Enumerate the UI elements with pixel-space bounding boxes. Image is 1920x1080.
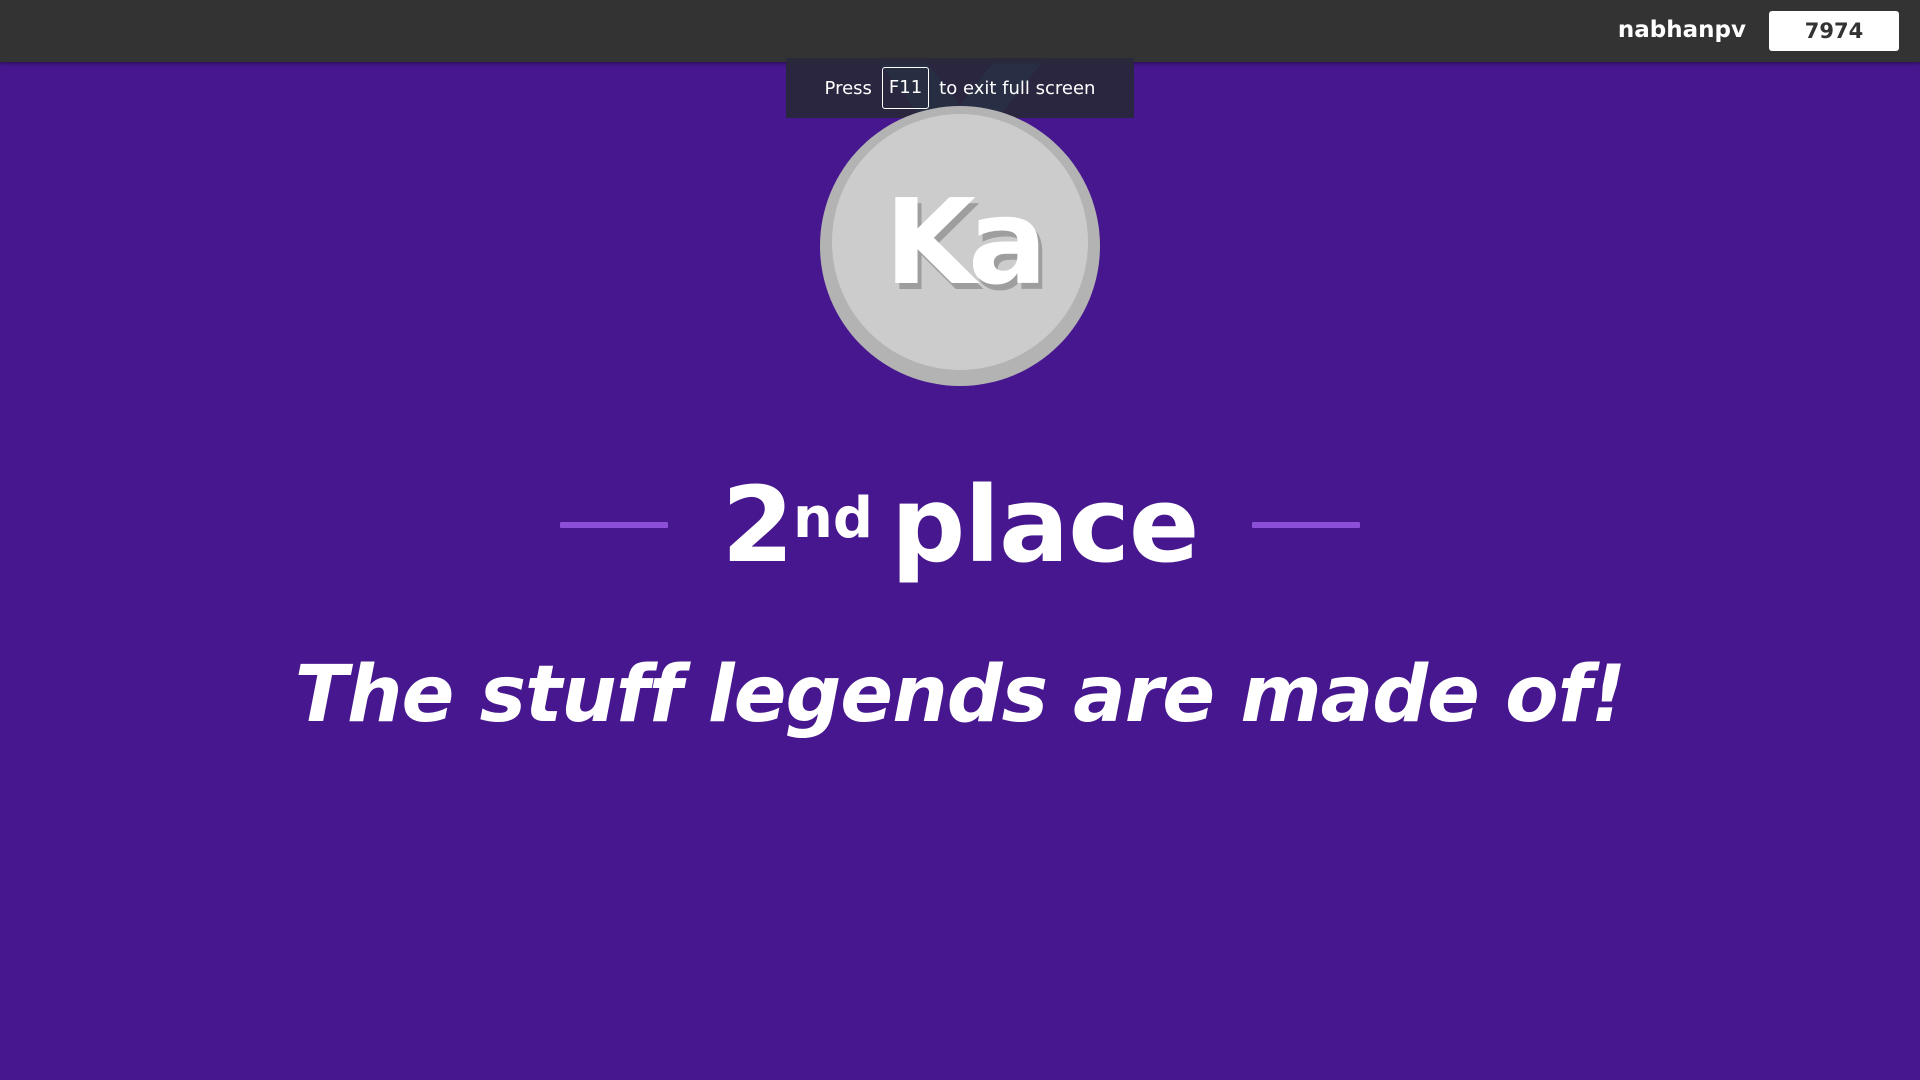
player-name: nabhanpv (1617, 17, 1746, 43)
rank-number: 2 (721, 464, 794, 586)
top-bar: nabhanpv 7974 (0, 0, 1920, 62)
f11-key-hint: F11 (881, 67, 930, 109)
logo-text: Ka (884, 173, 1039, 311)
score-badge: 7974 (1769, 11, 1899, 51)
fullscreen-notice-suffix: to exit full screen (939, 77, 1096, 99)
rank-word: place (890, 464, 1199, 586)
placement-heading: 2nd place (721, 460, 1200, 590)
silver-medal-icon: Ka Ka (820, 106, 1100, 386)
placement-row: 2nd place (0, 460, 1920, 590)
divider-right (1252, 522, 1361, 528)
fullscreen-notice-prefix: Press (824, 77, 872, 99)
result-tagline: The stuff legends are made of! (294, 650, 1626, 740)
rank-suffix: nd (792, 486, 873, 551)
medal-face: Ka Ka (832, 114, 1088, 370)
kahoot-logo-icon: Ka Ka (884, 173, 1050, 317)
divider-left (559, 522, 668, 528)
